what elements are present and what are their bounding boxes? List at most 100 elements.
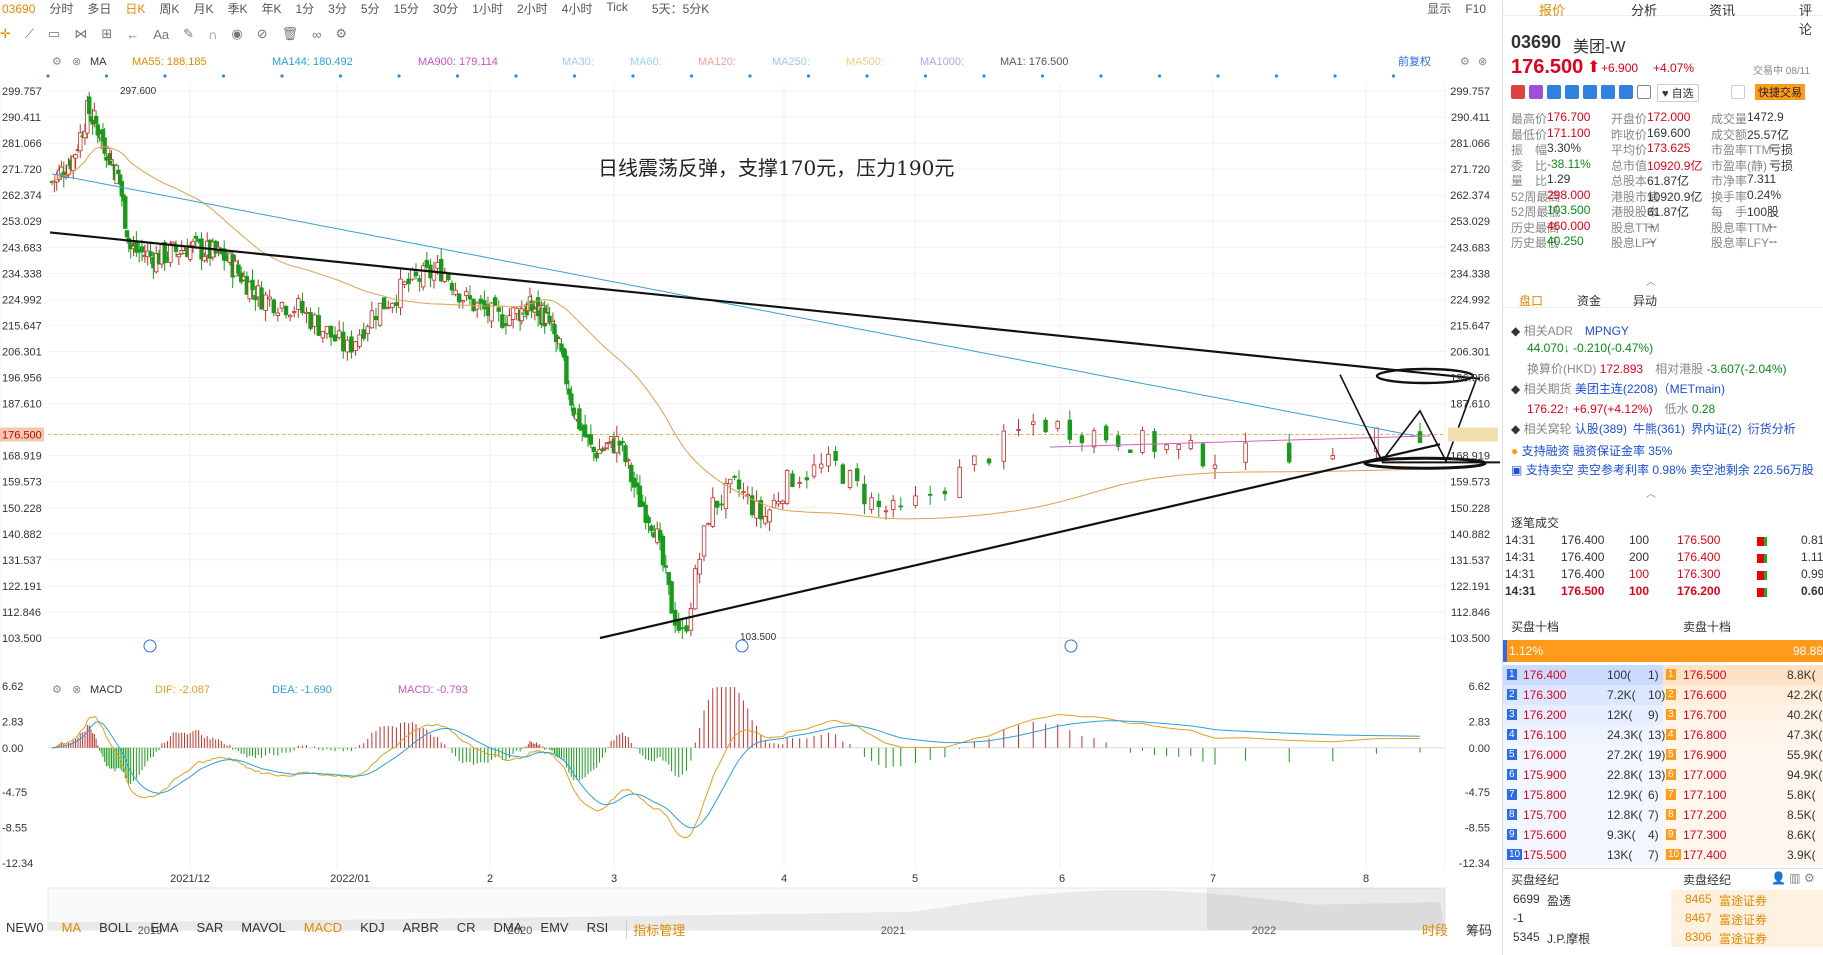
- collapse-icon[interactable]: ︿: [1646, 273, 1656, 288]
- fork-tool-icon[interactable]: ⋈: [74, 26, 87, 42]
- indicator-tab-12[interactable]: RSI: [587, 920, 609, 939]
- indicator-tab-3[interactable]: EMA: [150, 920, 178, 939]
- indicator-tab-0[interactable]: NEW0: [6, 920, 44, 939]
- period-5[interactable]: 季K: [227, 0, 247, 17]
- tab-news[interactable]: 资讯: [1709, 0, 1735, 19]
- candle-body: [876, 500, 881, 508]
- order-book-row: 7 175.800 12.9K(6) 7 177.100 5.8K(: [1503, 785, 1823, 805]
- feature-icon-f[interactable]: [1619, 85, 1633, 99]
- warrant-link-3[interactable]: 衍货分析: [1748, 422, 1796, 436]
- period-3[interactable]: 周K: [159, 0, 179, 17]
- quote-value: 173.625: [1647, 141, 1691, 155]
- eye-icon[interactable]: ◉: [231, 26, 242, 42]
- hide-icon[interactable]: ⊘: [257, 26, 268, 42]
- date-label: 2021/12: [170, 873, 210, 885]
- grid-tool-icon[interactable]: ⊞: [101, 26, 112, 42]
- f10-button[interactable]: F10: [1465, 2, 1486, 16]
- candle-body: [453, 289, 458, 295]
- settings-icon[interactable]: ⚙: [335, 26, 347, 42]
- candle-body: [283, 305, 289, 316]
- event-dot: [280, 74, 284, 78]
- display-menu[interactable]: 显示: [1427, 0, 1451, 17]
- magnet-icon[interactable]: ∩: [208, 27, 217, 42]
- hk-flag-icon[interactable]: [1511, 85, 1525, 99]
- feature-icon-g[interactable]: [1637, 85, 1651, 99]
- price-tick: 262.374: [2, 190, 42, 202]
- indicator-tab-10[interactable]: DMA: [494, 920, 523, 939]
- period-12[interactable]: 1小时: [472, 0, 503, 17]
- candle-body: [349, 336, 354, 353]
- period-8[interactable]: 3分: [328, 0, 347, 17]
- watchlist-button[interactable]: ♥ 自选: [1657, 84, 1699, 102]
- link-icon[interactable]: ∞: [312, 27, 321, 42]
- indicator-tab-6[interactable]: MACD: [304, 920, 342, 939]
- indicator-tab-4[interactable]: SAR: [196, 920, 223, 939]
- price-tick-right: 234.338: [1450, 268, 1490, 280]
- feature-icon-a[interactable]: [1529, 85, 1543, 99]
- chips-button[interactable]: 筹码: [1466, 920, 1492, 939]
- period-2[interactable]: 日K: [125, 0, 145, 17]
- broker-tools-icon[interactable]: 👤 ▥ ⚙: [1771, 871, 1815, 885]
- warrant-link-1[interactable]: 牛熊(361): [1633, 422, 1685, 436]
- quote-label: 最低价: [1511, 127, 1548, 142]
- indicator-tab-9[interactable]: CR: [457, 920, 476, 939]
- indicator-tab-5[interactable]: MAVOL: [241, 920, 286, 939]
- brush-icon[interactable]: ✎: [183, 26, 194, 42]
- period-7[interactable]: 1分: [295, 0, 314, 17]
- candle-body: [413, 271, 419, 277]
- warrant-link-0[interactable]: 认股(389): [1575, 422, 1627, 436]
- indicator-tab-2[interactable]: BOLL: [99, 920, 132, 939]
- feature-icon-b[interactable]: [1547, 85, 1561, 99]
- text-tool-icon[interactable]: Aa: [153, 27, 169, 42]
- rect-tool-icon[interactable]: ▭: [48, 26, 60, 42]
- kline-chart[interactable]: MA MA55: 188.185 MA144: 180.492 MA900: 179.…: [0, 48, 1500, 943]
- subtab-changes[interactable]: 异动: [1633, 292, 1657, 309]
- bell-icon[interactable]: [1731, 85, 1745, 99]
- indicator-tab-1[interactable]: MA: [62, 920, 82, 939]
- period-15[interactable]: Tick: [606, 0, 628, 17]
- tab-comments[interactable]: 评论: [1799, 0, 1823, 38]
- indicator-tab-13[interactable]: 指标管理: [626, 919, 685, 939]
- period-11[interactable]: 30分: [433, 0, 458, 17]
- candle-body: [776, 501, 781, 505]
- candle-body: [176, 254, 182, 258]
- line-tool-icon[interactable]: ⟋: [25, 26, 34, 42]
- arrow-tool-icon[interactable]: ←: [126, 27, 139, 42]
- collapse-icon-2[interactable]: ︿: [1646, 485, 1656, 500]
- candle-body: [402, 281, 407, 285]
- candle-body: [588, 434, 594, 445]
- futures-link[interactable]: 美团主连(2208)（METmain): [1575, 382, 1725, 396]
- tab-quote[interactable]: 报价: [1539, 0, 1565, 19]
- period-4[interactable]: 月K: [193, 0, 213, 17]
- candle-body: [591, 446, 596, 453]
- indicator-tab-11[interactable]: EMV: [540, 920, 568, 939]
- quick-trade-button[interactable]: 快捷交易: [1755, 84, 1805, 100]
- dea-legend: DEA: -1.690: [272, 684, 332, 696]
- period-6[interactable]: 年K: [261, 0, 281, 17]
- crosshair-icon[interactable]: ✛: [0, 26, 11, 42]
- period-1[interactable]: 多日: [87, 0, 111, 17]
- trash-icon[interactable]: 🗑: [282, 26, 299, 42]
- indicator-tab-7[interactable]: KDJ: [360, 920, 385, 939]
- time-range-button[interactable]: 时段: [1422, 920, 1448, 939]
- period-0[interactable]: 分时: [49, 0, 73, 17]
- draw-toolbar: ✛ ⟋ ▭ ⋈ ⊞ ← Aa ✎ ∩ ◉ ⊘ 🗑 ∞ ⚙: [0, 20, 1500, 48]
- adr-link[interactable]: MPNGY: [1585, 324, 1629, 338]
- warrant-link-2[interactable]: 界内证(2): [1691, 422, 1742, 436]
- period-14[interactable]: 4小时: [562, 0, 593, 17]
- tab-analysis[interactable]: 分析: [1631, 0, 1657, 19]
- candle-body: [688, 608, 694, 631]
- period-13[interactable]: 2小时: [517, 0, 548, 17]
- feature-icon-e[interactable]: [1601, 85, 1615, 99]
- indicator-tab-8[interactable]: ARBR: [403, 920, 439, 939]
- indicator-tabs: NEW0 MA BOLL EMA SAR MAVOL MACD KDJ ARBR CR DMA EMV…: [0, 918, 1500, 940]
- feature-icon-c[interactable]: [1565, 85, 1579, 99]
- subtab-depth[interactable]: 盘口: [1519, 292, 1543, 309]
- period-16[interactable]: 5天：5分K: [652, 0, 709, 17]
- subtab-funds[interactable]: 资金: [1577, 292, 1601, 309]
- period-9[interactable]: 5分: [361, 0, 380, 17]
- feature-icon-d[interactable]: [1583, 85, 1597, 99]
- period-10[interactable]: 15分: [394, 0, 419, 17]
- candle-body: [840, 464, 846, 484]
- quote-value: --: [1647, 218, 1655, 233]
